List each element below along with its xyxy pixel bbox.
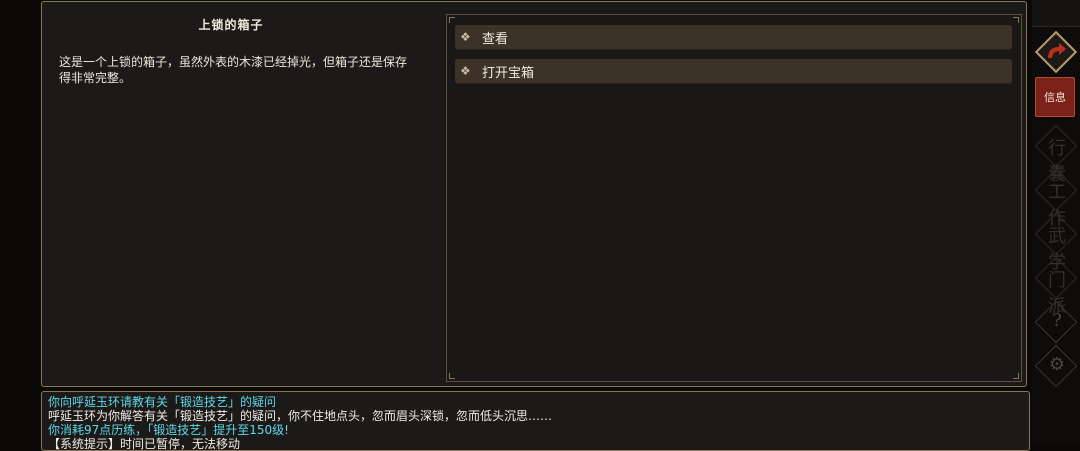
settings-icon: ⚙ <box>1048 354 1066 375</box>
message-log[interactable]: 你向呼延玉环请教有关「锻造技艺」的疑问 呼延玉环为你解答有关「锻造技艺」的疑问，… <box>41 391 1030 451</box>
frame-corner <box>449 17 455 23</box>
item-description: 这是一个上锁的箱子，虽然外表的木漆已经掉光，但箱子还是保存得非常完整。 <box>59 55 408 85</box>
log-line: 呼延玉环为你解答有关「锻造技艺」的疑问，你不住地点头，忽而眉头深锁，忽而低头沉思… <box>48 409 553 423</box>
return-arrow-icon <box>1048 43 1066 58</box>
diamond-bullet-icon: ❖ <box>460 64 471 78</box>
option-label: 打开宝箱 <box>482 65 535 81</box>
sidebar-item-settings[interactable]: ⚙ <box>1032 342 1080 390</box>
info-tab-label: 信息 <box>1044 91 1066 104</box>
view-option-button[interactable]: ❖ 查看 <box>455 25 1012 50</box>
frame-corner <box>1013 373 1019 379</box>
item-detail-panel: 上锁的箱子 这是一个上锁的箱子，虽然外表的木漆已经掉光，但箱子还是保存得非常完整… <box>41 1 1027 387</box>
sidebar-item-help[interactable]: ? <box>1032 298 1080 346</box>
info-tab-button[interactable]: 信息 <box>1035 77 1075 117</box>
frame-corner <box>449 373 455 379</box>
diamond-bullet-icon: ❖ <box>460 30 471 44</box>
frame-corner <box>1013 17 1019 23</box>
sidebar-item-work[interactable]: 工作 <box>1032 166 1080 229</box>
log-line: 【系统提示】时间已暂停，无法移动 <box>48 437 241 451</box>
log-line: 你消耗97点历练，「锻造技艺」提升至150级! <box>48 423 289 437</box>
action-options-box: ❖ 查看 ❖ 打开宝箱 <box>446 14 1022 382</box>
sidebar-item-sect[interactable]: 门派 <box>1032 254 1080 317</box>
sidebar-item-inventory[interactable]: 行囊 <box>1032 122 1080 185</box>
right-sidebar: 信息 行囊 工作 武学 门派 ? ⚙ <box>1032 0 1080 446</box>
sidebar-item-martial[interactable]: 武学 <box>1032 210 1080 273</box>
back-button[interactable] <box>1032 28 1080 76</box>
open-chest-option-button[interactable]: ❖ 打开宝箱 <box>455 59 1012 84</box>
item-title: 上锁的箱子 <box>198 18 264 32</box>
log-line: 你向呼延玉环请教有关「锻造技艺」的疑问 <box>48 395 277 409</box>
sidebar-header <box>1032 0 1080 27</box>
option-label: 查看 <box>482 31 509 47</box>
help-icon: ? <box>1052 310 1062 331</box>
